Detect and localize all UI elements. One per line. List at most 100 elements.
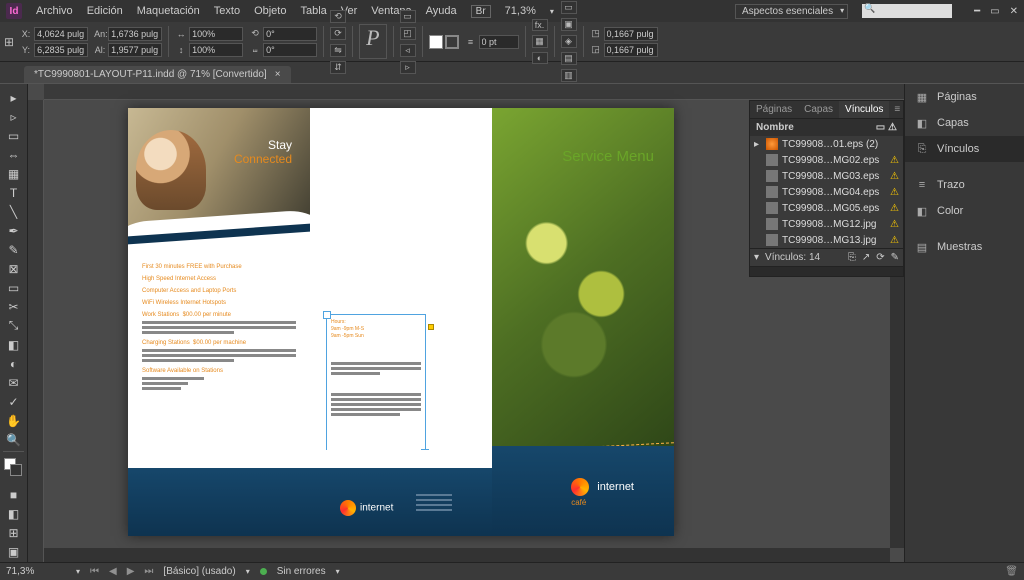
vertical-ruler[interactable] (28, 100, 44, 562)
select-content-button[interactable]: ◰ (400, 27, 416, 40)
link-row[interactable]: TC99908…MG03.eps⚠ (750, 168, 903, 184)
horizontal-scrollbar[interactable] (44, 548, 890, 562)
zoom-tool[interactable]: 🔍 (0, 430, 27, 449)
gradient-swatch-tool[interactable]: ◧ (0, 335, 27, 354)
status-master[interactable]: [Básico] (usado) (163, 566, 235, 577)
drop-shadow-button[interactable]: ▦ (532, 35, 548, 48)
page-2[interactable]: Hours: 9am -9pm M-S 9am -5pm Sun ↖ inter… (310, 108, 492, 536)
status-nav-first-icon[interactable]: ⏮ (90, 566, 99, 577)
menu-table[interactable]: Tabla (300, 5, 326, 17)
w-input[interactable] (108, 27, 162, 41)
edit-original-icon[interactable]: ✎ (891, 252, 899, 263)
rectangle-frame-tool[interactable]: ⊠ (0, 259, 27, 278)
document-tab[interactable]: *TC9990801-LAYOUT-P11.indd @ 71% [Conver… (24, 66, 291, 83)
links-tab-vinculos[interactable]: Vínculos (839, 101, 889, 118)
link-row[interactable]: TC99908…MG12.jpg⚠ (750, 216, 903, 232)
chevron-down-icon[interactable]: ▾ (246, 567, 250, 576)
flip-h-button[interactable]: ⇋ (330, 44, 346, 57)
anchor-handle[interactable] (428, 324, 434, 330)
selected-text-frame[interactable]: Hours: 9am -9pm M-S 9am -5pm Sun (326, 314, 426, 454)
content-collector-tool[interactable]: ▦ (0, 164, 27, 183)
panel-resize-grip[interactable] (750, 266, 903, 276)
help-search-input[interactable] (862, 4, 952, 18)
link-row[interactable]: TC99908…MG13.jpg⚠ (750, 232, 903, 248)
close-tab-icon[interactable]: × (275, 69, 281, 80)
gradient-feather-tool[interactable]: ◐ (0, 354, 27, 373)
status-nav-next-icon[interactable]: ▶ (127, 566, 135, 577)
panel-menu-icon[interactable]: ≡ (889, 101, 904, 118)
link-row[interactable]: ▸TC99908…01.eps (2) (750, 136, 903, 152)
corner-input-1[interactable] (604, 27, 658, 41)
pen-tool[interactable]: ✒ (0, 221, 27, 240)
relink-icon[interactable]: ⎘ (848, 252, 856, 263)
links-header-name[interactable]: Nombre (756, 122, 794, 133)
status-nav-last-icon[interactable]: ⏭ (144, 566, 153, 577)
dock-item-trazo[interactable]: ≡Trazo (905, 172, 1024, 198)
scale-y-input[interactable] (189, 43, 243, 57)
link-row[interactable]: TC99908…MG02.eps⚠ (750, 152, 903, 168)
workspace-switcher[interactable]: Aspectos esenciales (735, 4, 848, 19)
bridge-button[interactable]: Br (471, 5, 491, 18)
default-fill-stroke-button[interactable]: ⊞ (0, 524, 27, 543)
menu-text[interactable]: Texto (214, 5, 240, 17)
dock-item-color[interactable]: ◧Color (905, 198, 1024, 224)
reference-point-grid[interactable]: ⊞ (4, 24, 14, 59)
status-nav-prev-icon[interactable]: ◀ (109, 566, 117, 577)
fx-button[interactable]: fx. (532, 19, 548, 31)
link-row[interactable]: TC99908…MG05.eps⚠ (750, 200, 903, 216)
line-tool[interactable]: ╲ (0, 202, 27, 221)
corner-input-2[interactable] (604, 43, 658, 57)
dock-item-páginas[interactable]: ▦Páginas (905, 84, 1024, 110)
h-input[interactable] (108, 43, 162, 57)
fill-stroke-swatch[interactable] (4, 458, 23, 482)
wrap-none-button[interactable]: ▭ (561, 1, 577, 14)
type-tool[interactable]: T (0, 183, 27, 202)
scale-x-input[interactable] (189, 27, 243, 41)
scissors-tool[interactable]: ✂ (0, 297, 27, 316)
formatting-container-button[interactable]: ◧ (0, 505, 27, 524)
flip-v-button[interactable]: ⇵ (330, 61, 346, 74)
menu-edit[interactable]: Edición (87, 5, 123, 17)
wrap-bbox-button[interactable]: ▣ (561, 18, 577, 31)
opacity-button[interactable]: ◐ (532, 52, 548, 64)
menu-zoom-label[interactable]: 71,3% (505, 5, 536, 17)
page-3[interactable]: Service Menu internet café (492, 108, 674, 536)
apply-color-button[interactable]: ■ (0, 486, 27, 505)
rotate-ccw-button[interactable]: ⟲ (330, 10, 346, 23)
status-trash-icon[interactable]: 🗑 (1005, 566, 1018, 577)
update-link-icon[interactable]: ⟳ (876, 252, 884, 263)
link-row[interactable]: TC99908…MG04.eps⚠ (750, 184, 903, 200)
maximize-icon[interactable]: ▭ (990, 6, 999, 17)
dock-item-capas[interactable]: ◧Capas (905, 110, 1024, 136)
free-transform-tool[interactable]: ⤡ (0, 316, 27, 335)
dock-item-muestras[interactable]: ▤Muestras (905, 234, 1024, 260)
status-errors[interactable]: Sin errores (277, 566, 326, 577)
stroke-input[interactable] (479, 35, 519, 49)
chevron-down-icon[interactable]: ▾ (336, 567, 340, 576)
wrap-shape-button[interactable]: ◈ (561, 35, 577, 48)
rotate-input[interactable] (263, 27, 317, 41)
rectangle-tool[interactable]: ▭ (0, 278, 27, 297)
hand-tool[interactable]: ✋ (0, 411, 27, 430)
chevron-down-icon[interactable]: ▾ (76, 567, 80, 576)
selection-tool[interactable]: ▸ (0, 88, 27, 107)
pencil-tool[interactable]: ✎ (0, 240, 27, 259)
close-icon[interactable]: ✕ (1010, 6, 1018, 17)
menu-object[interactable]: Objeto (254, 5, 286, 17)
wrap-column-button[interactable]: ▥ (561, 69, 577, 82)
horizontal-ruler[interactable] (44, 84, 904, 100)
links-header-page-icon[interactable]: ▭ ⚠ (876, 122, 897, 133)
goto-link-icon[interactable]: ↗ (862, 252, 870, 263)
direct-selection-tool[interactable]: ▹ (0, 107, 27, 126)
expand-icon[interactable]: ▸ (754, 139, 762, 150)
collapse-icon[interactable]: ▾ (754, 252, 759, 263)
x-input[interactable] (34, 27, 88, 41)
screen-mode-button[interactable]: ▣ (0, 543, 27, 562)
shear-input[interactable] (263, 43, 317, 57)
stroke-swatch[interactable] (445, 35, 459, 49)
fill-swatch[interactable] (429, 35, 443, 49)
menu-file[interactable]: Archivo (36, 5, 73, 17)
pasteboard[interactable]: Stay Connected First 30 minutes FREE wit… (44, 100, 904, 562)
canvas[interactable]: Stay Connected First 30 minutes FREE wit… (28, 84, 904, 562)
dock-item-vínculos[interactable]: ⎘Vínculos (905, 136, 1024, 162)
